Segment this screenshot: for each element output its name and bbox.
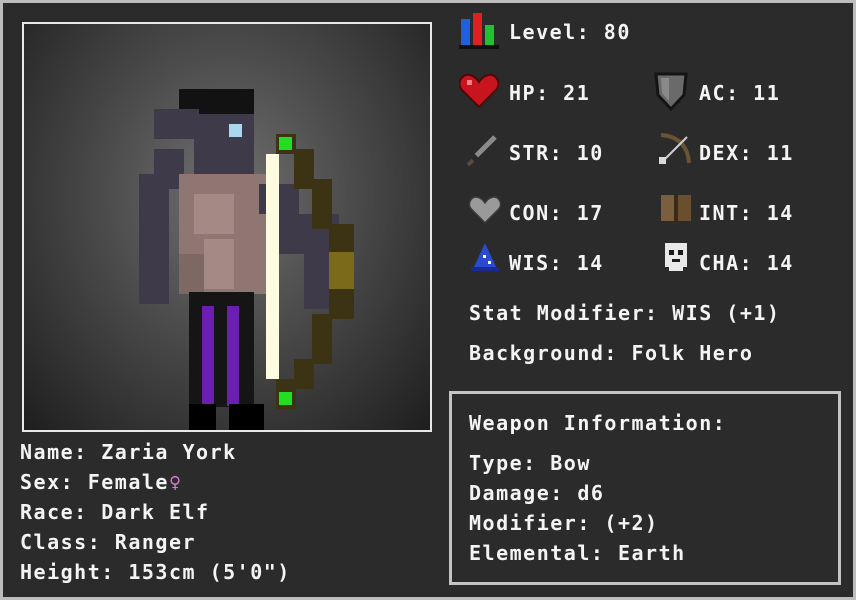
weapon-damage-value: d6 [577, 481, 605, 505]
class-row: Class: Ranger [20, 530, 196, 554]
ac-value: 11 [753, 81, 781, 105]
dark-elf-ranger-sprite [139, 89, 354, 430]
weapon-damage-label: Damage: [469, 481, 564, 505]
int-value: 14 [766, 201, 794, 225]
con-label: CON: [509, 201, 564, 225]
int-label: INT: [699, 201, 754, 225]
str-value: 10 [576, 141, 604, 165]
class-value: Ranger [114, 530, 197, 554]
race-value: Dark Elf [101, 500, 210, 524]
height-label: Height: [20, 560, 115, 584]
class-label: Class: [20, 530, 102, 554]
weapon-type-label: Type: [469, 451, 537, 475]
hp-value: 21 [563, 81, 591, 105]
weapon-modifier-row: Modifier: (+2) [469, 511, 659, 535]
sex-row: Sex: Female♀ [20, 470, 183, 494]
stat-modifier-label: Stat Modifier: [469, 301, 659, 325]
mask-icon [665, 243, 687, 271]
level-label: Level: [509, 20, 591, 44]
weapon-modifier-label: Modifier: [469, 511, 591, 535]
name-value: Zaria York [101, 440, 237, 464]
race-label: Race: [20, 500, 88, 524]
weapon-damage-row: Damage: d6 [469, 481, 604, 505]
character-portrait [22, 22, 432, 432]
gray-heart-icon [469, 196, 501, 224]
background-label: Background: [469, 341, 618, 365]
ac-label: AC: [699, 81, 740, 105]
weapon-elemental-value: Earth [617, 541, 686, 565]
cha-value: 14 [766, 251, 794, 275]
hp-row: HP: 21 [509, 81, 590, 105]
weapon-modifier-value: (+2) [604, 511, 659, 535]
str-label: STR: [509, 141, 564, 165]
wizard-hat-icon [471, 243, 499, 271]
weapon-type-row: Type: Bow [469, 451, 591, 475]
wis-value: 14 [576, 251, 604, 275]
race-row: Race: Dark Elf [20, 500, 210, 524]
female-symbol-icon: ♀ [168, 470, 183, 494]
level-row: Level: 80 [509, 20, 631, 44]
stat-modifier-row: Stat Modifier: WIS (+1) [469, 301, 780, 325]
con-value: 17 [576, 201, 604, 225]
int-row: INT: 14 [699, 201, 794, 225]
dex-row: DEX: 11 [699, 141, 794, 165]
str-row: STR: 10 [509, 141, 604, 165]
stat-modifier-value: WIS (+1) [672, 301, 781, 325]
character-sheet-frame: Name: Zaria York Sex: Female♀ Race: Dark… [0, 0, 856, 600]
sex-value: Female [87, 470, 169, 494]
con-row: CON: 17 [509, 201, 604, 225]
sex-label: Sex: [20, 470, 75, 494]
weapon-type-value: Bow [550, 451, 591, 475]
wis-label: WIS: [509, 251, 564, 275]
ac-row: AC: 11 [699, 81, 780, 105]
cha-row: CHA: 14 [699, 251, 794, 275]
hp-label: HP: [509, 81, 550, 105]
shield-icon [654, 72, 688, 111]
name-row: Name: Zaria York [20, 440, 237, 464]
dex-value: 11 [766, 141, 794, 165]
weapon-info-title: Weapon Information: [469, 411, 727, 435]
dex-label: DEX: [699, 141, 754, 165]
background-value: Folk Hero [631, 341, 754, 365]
name-label: Name: [20, 440, 88, 464]
weapon-elemental-label: Elemental: [469, 541, 605, 565]
level-bars-icon [459, 13, 499, 49]
weapon-elemental-row: Elemental: Earth [469, 541, 686, 565]
cha-label: CHA: [699, 251, 754, 275]
height-value: 153cm (5'0") [128, 560, 291, 584]
book-icon [661, 195, 691, 223]
bow-arrow-icon [659, 133, 691, 164]
background-row: Background: Folk Hero [469, 341, 753, 365]
level-value: 80 [603, 20, 631, 44]
heart-icon [459, 73, 499, 109]
height-row: Height: 153cm (5'0") [20, 560, 291, 584]
sword-icon [466, 135, 497, 167]
wis-row: WIS: 14 [509, 251, 604, 275]
